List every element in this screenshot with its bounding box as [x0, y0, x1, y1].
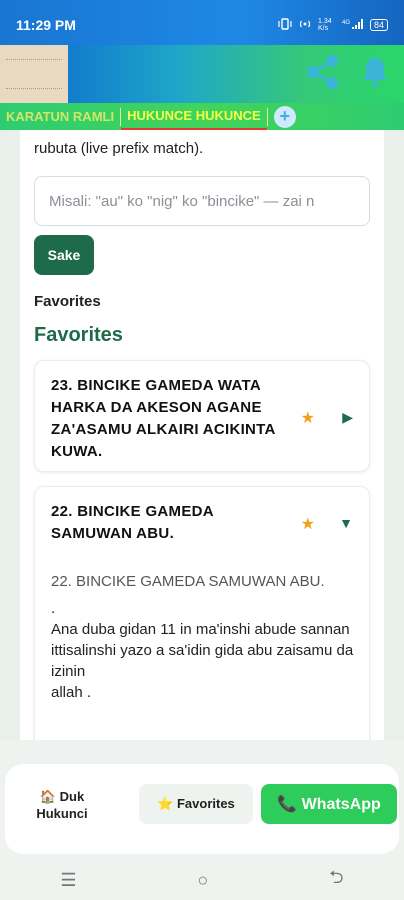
favorites-button[interactable]: ⭐ Favorites — [139, 784, 253, 824]
home-icon[interactable]: ○ — [197, 870, 208, 891]
app-logo — [0, 45, 68, 103]
reset-button[interactable]: Sake — [34, 235, 94, 275]
card-body-line: allah . — [51, 684, 92, 701]
status-time: 11:29 PM — [16, 17, 76, 33]
favorite-card[interactable]: 23. BINCIKE GAMEDA WATA HARKA DA AKESON … — [34, 360, 370, 472]
card-body-line: Ana duba gidan 11 in ma'inshi abude sann… — [51, 621, 350, 638]
tab-hukunce-hukunce[interactable]: HUKUNCE HUKUNCE — [121, 103, 267, 130]
card-body-line: . — [51, 600, 56, 617]
back-icon[interactable]: ⮌ — [329, 865, 343, 895]
status-icons: 1.34 K/s 4G 84 — [278, 17, 388, 33]
data-speed-icon: 1.34 K/s — [317, 18, 332, 32]
svg-text:4G: 4G — [342, 20, 350, 26]
bottom-nav: 🏠 Duk Hukunci ⭐ Favorites 📞 WhatsApp — [0, 740, 404, 860]
star-icon[interactable]: ★ — [301, 408, 315, 428]
card-title: 22. BINCIKE GAMEDA SAMUWAN ABU. — [51, 503, 214, 542]
app-header — [0, 45, 404, 103]
vibrate-icon — [278, 17, 292, 33]
whatsapp-button[interactable]: 📞 WhatsApp — [261, 784, 397, 824]
card-body-line: ittisalinshi yazo a sa'idin gida abu zai… — [51, 642, 354, 680]
favorites-heading: Favorites — [34, 324, 123, 346]
status-bar: 11:29 PM 1.34 K/s 4G 84 — [0, 0, 404, 50]
recent-apps-icon[interactable]: ☰ — [60, 870, 76, 891]
tab-karatun-ramli[interactable]: KARATUN RAMLI — [0, 103, 120, 130]
add-tab-icon[interactable]: + — [273, 105, 296, 128]
card-body-title: 22. BINCIKE GAMEDA SAMUWAN ABU. — [51, 573, 325, 590]
search-help-text: rubuta (live prefix match). — [34, 140, 204, 157]
search-input[interactable] — [34, 176, 370, 226]
favorites-label: Favorites — [34, 293, 101, 310]
star-icon[interactable]: ★ — [301, 514, 315, 534]
bell-icon[interactable] — [360, 55, 390, 94]
tab-bar: KARATUN RAMLI HUKUNCE HUKUNCE + — [0, 103, 404, 130]
collapse-icon[interactable]: ▼ — [339, 515, 353, 531]
signal-4g-icon: 4G — [342, 18, 364, 33]
share-icon[interactable] — [304, 53, 342, 96]
card-title: 23. BINCIKE GAMEDA WATA HARKA DA AKESON … — [51, 377, 276, 460]
all-rulings-button[interactable]: 🏠 Duk Hukunci — [27, 788, 97, 822]
card-body: 22. BINCIKE GAMEDA SAMUWAN ABU. . Ana du… — [51, 571, 361, 703]
hotspot-icon — [298, 18, 312, 33]
expand-icon[interactable]: ▶ — [342, 409, 353, 426]
battery-icon: 84 — [369, 19, 388, 31]
tab-divider — [266, 107, 268, 126]
bottom-nav-card: 🏠 Duk Hukunci ⭐ Favorites 📞 WhatsApp — [5, 764, 399, 854]
system-nav-bar: ☰ ○ ⮌ — [0, 860, 404, 900]
